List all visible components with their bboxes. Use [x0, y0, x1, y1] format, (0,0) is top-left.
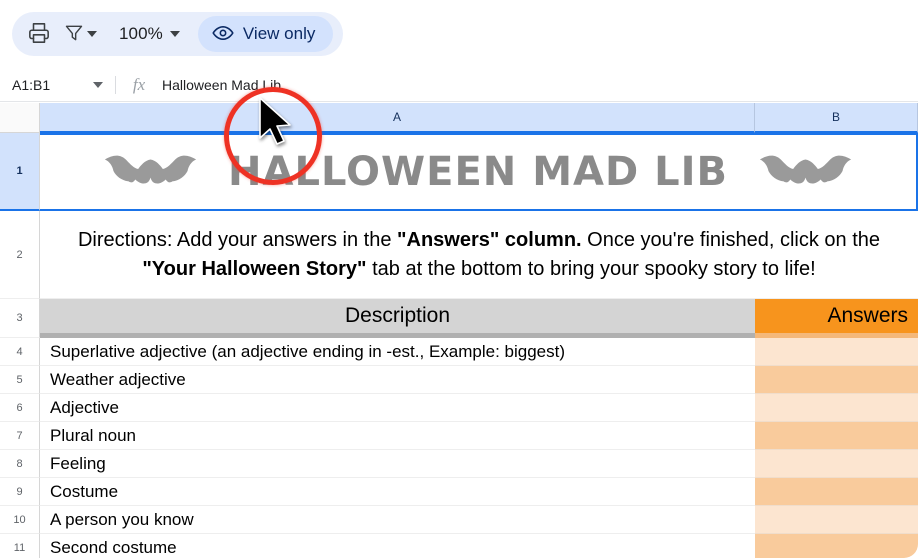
row-header-10[interactable]: 10 — [0, 506, 40, 534]
filter-icon — [64, 23, 84, 46]
zoom-chevron-down-icon[interactable] — [169, 31, 180, 37]
column-header-row: A B — [0, 103, 918, 133]
filter-button[interactable] — [58, 17, 103, 51]
filter-chevron-down-icon[interactable] — [87, 31, 97, 37]
description-cell[interactable]: Adjective — [40, 394, 755, 422]
column-header-b[interactable]: B — [755, 103, 918, 133]
description-cell[interactable]: Second costume — [40, 534, 755, 558]
answer-cell[interactable] — [755, 534, 918, 558]
grid-rows: 1 HALLOWEEN MAD LIB 2 Directions: Add yo… — [0, 133, 918, 558]
answers-column-header[interactable]: Answers — [755, 299, 918, 338]
print-button[interactable] — [22, 17, 56, 51]
table-row: 5 Weather adjective — [0, 366, 918, 394]
row-header-3[interactable]: 3 — [0, 299, 40, 338]
name-box-value: A1:B1 — [12, 76, 51, 93]
name-box[interactable]: A1:B1 — [0, 68, 115, 101]
table-row: 11 Second costume — [0, 534, 918, 558]
table-row: 4 Superlative adjective (an adjective en… — [0, 338, 918, 366]
row-header-6[interactable]: 6 — [0, 394, 40, 422]
table-header-row: 3 Description Answers — [0, 299, 918, 338]
answer-cell[interactable] — [755, 478, 918, 506]
row-header-8[interactable]: 8 — [0, 450, 40, 478]
row-header-9[interactable]: 9 — [0, 478, 40, 506]
answer-cell[interactable] — [755, 506, 918, 534]
description-cell[interactable]: A person you know — [40, 506, 755, 534]
table-row: 8 Feeling — [0, 450, 918, 478]
row-header-5[interactable]: 5 — [0, 366, 40, 394]
banner-cell[interactable]: HALLOWEEN MAD LIB — [40, 133, 918, 211]
description-cell[interactable]: Weather adjective — [40, 366, 755, 394]
eye-icon — [212, 25, 234, 44]
view-only-label: View only — [242, 24, 316, 43]
toolbar-pill: 100% View only — [12, 12, 344, 56]
select-all-corner[interactable] — [0, 103, 40, 133]
column-header-a[interactable]: A — [40, 103, 755, 133]
table-row: 2 Directions: Add your answers in the "A… — [0, 211, 918, 299]
row-header-4[interactable]: 4 — [0, 338, 40, 366]
spreadsheet-grid: A B 1 HALLOWEEN MAD LIB 2 Directions: Ad… — [0, 103, 918, 558]
description-cell[interactable]: Superlative adjective (an adjective endi… — [40, 338, 755, 366]
description-cell[interactable]: Costume — [40, 478, 755, 506]
directions-line2-part2: tab at the bottom to bring your spooky s… — [366, 257, 816, 280]
answer-cell[interactable] — [755, 422, 918, 450]
directions-text: Directions: Add your answers in the "Ans… — [78, 226, 880, 284]
row-header-11[interactable]: 11 — [0, 534, 40, 558]
table-row: 10 A person you know — [0, 506, 918, 534]
toolbar: 100% View only — [0, 0, 918, 68]
directions-cell[interactable]: Directions: Add your answers in the "Ans… — [40, 211, 918, 299]
directions-line1-bold: "Answers" column. — [397, 228, 582, 251]
directions-line1-part1: Directions: Add your answers in the — [77, 228, 398, 251]
view-only-button[interactable]: View only — [197, 16, 334, 52]
directions-line2-bold: "Your Halloween Story" — [142, 257, 367, 280]
zoom-level-label: 100% — [119, 24, 163, 43]
fx-icon[interactable]: fx — [116, 75, 162, 95]
table-row: 9 Costume — [0, 478, 918, 506]
description-cell[interactable]: Plural noun — [40, 422, 755, 450]
row-header-2[interactable]: 2 — [0, 211, 40, 299]
zoom-control[interactable]: 100% — [105, 17, 186, 51]
answer-cell[interactable] — [755, 450, 918, 478]
row-header-7[interactable]: 7 — [0, 422, 40, 450]
print-icon — [28, 22, 50, 47]
description-cell[interactable]: Feeling — [40, 450, 755, 478]
table-row: 7 Plural noun — [0, 422, 918, 450]
spreadsheet-window: 100% View only A1:B1 fx Halloween Mad Li… — [0, 0, 918, 558]
answer-cell[interactable] — [755, 394, 918, 422]
formula-input[interactable]: Halloween Mad Lib — [162, 77, 918, 93]
answer-cell[interactable] — [755, 338, 918, 366]
bat-icon — [758, 148, 853, 197]
formula-bar: A1:B1 fx Halloween Mad Lib — [0, 68, 918, 102]
answer-cell[interactable] — [755, 366, 918, 394]
table-row: 6 Adjective — [0, 394, 918, 422]
directions-line1-part3: Once you're finished, click on the — [581, 228, 881, 251]
description-column-header[interactable]: Description — [40, 299, 755, 338]
row-header-1[interactable]: 1 — [0, 133, 40, 211]
banner-title: HALLOWEEN MAD LIB — [228, 149, 728, 195]
name-box-chevron-down-icon[interactable] — [93, 81, 103, 88]
table-row: 1 HALLOWEEN MAD LIB — [0, 133, 918, 211]
bat-icon — [103, 148, 198, 197]
